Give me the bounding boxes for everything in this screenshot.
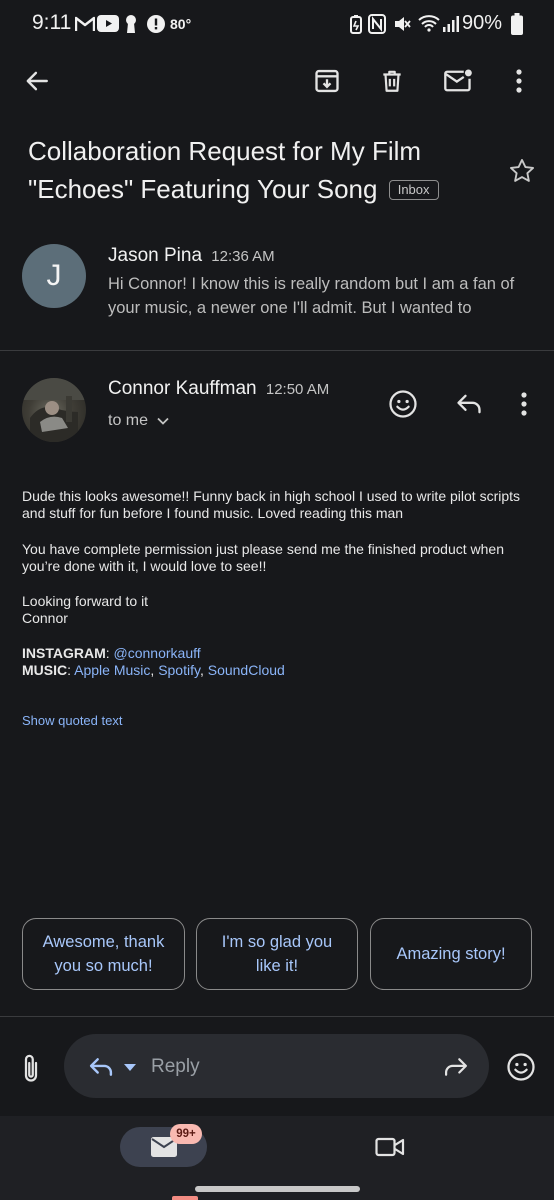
star-button[interactable] xyxy=(504,153,540,189)
star-icon xyxy=(509,158,535,182)
email-subject: Collaboration Request for My Film "Echoe… xyxy=(28,132,488,208)
battery-saver-icon xyxy=(350,14,362,34)
youtube-icon xyxy=(97,15,119,32)
more-vert-icon xyxy=(521,392,527,416)
caret-down-icon xyxy=(124,1064,136,1071)
chip-text: Awesome, thank xyxy=(42,933,165,951)
chip-text: you so much! xyxy=(54,957,153,975)
gesture-home-handle[interactable] xyxy=(195,1186,360,1192)
message-time: 12:36 AM xyxy=(211,248,275,265)
reply-icon xyxy=(89,1058,113,1076)
avatar-initial: J xyxy=(46,259,62,292)
more-vert-icon xyxy=(516,69,522,93)
back-button[interactable] xyxy=(16,60,58,102)
instagram-label: INSTAGRAM xyxy=(22,645,106,661)
reply-type-dropdown[interactable] xyxy=(80,1050,144,1084)
sender-line: Jason Pina 12:36 AM xyxy=(108,245,275,267)
archive-icon xyxy=(315,69,339,93)
message-time: 12:50 AM xyxy=(265,381,330,398)
signal-icon xyxy=(442,14,460,32)
chip-text: like it! xyxy=(255,957,299,975)
sender-name: Jason Pina xyxy=(108,245,203,266)
recipient-label: to me xyxy=(108,412,149,429)
instagram-line: INSTAGRAM: @connorkauff xyxy=(22,645,201,661)
message-more-button[interactable] xyxy=(506,383,542,425)
emoji-button[interactable] xyxy=(501,1046,541,1088)
smart-reply-chip[interactable]: I'm so glad you like it! xyxy=(196,918,358,990)
signoff-line: Looking forward to it xyxy=(22,593,149,609)
unread-count-badge: 99+ xyxy=(170,1124,202,1144)
status-temperature: 80° xyxy=(170,16,192,32)
message-paragraph: You have complete permission just please… xyxy=(22,541,504,574)
show-quoted-text-link[interactable]: Show quoted text xyxy=(22,713,122,728)
nav-meet-tab[interactable] xyxy=(368,1127,412,1167)
message-divider xyxy=(0,350,554,351)
notification-peek xyxy=(172,1196,198,1200)
instagram-link[interactable]: @connorkauff xyxy=(114,645,201,661)
smart-reply-chip[interactable]: Amazing story! xyxy=(370,918,532,990)
mark-unread-icon xyxy=(444,69,472,92)
attach-button[interactable] xyxy=(12,1048,50,1088)
status-time: 9:11 xyxy=(32,11,72,34)
smart-reply-chip[interactable]: Awesome, thank you so much! xyxy=(22,918,185,990)
sender-line: Connor Kauffman 12:50 AM xyxy=(108,378,329,400)
reply-button[interactable] xyxy=(448,383,490,425)
forward-icon xyxy=(445,1058,468,1076)
reply-input[interactable]: Reply xyxy=(151,1056,200,1078)
status-battery: 90% xyxy=(462,12,503,34)
emoji-icon xyxy=(389,390,417,418)
chip-text: Amazing story! xyxy=(396,945,506,963)
message-snippet: Hi Connor! I know this is really random … xyxy=(108,275,515,317)
inbox-label-chip[interactable]: Inbox xyxy=(388,180,439,200)
message-signoff: Looking forward to it Connor xyxy=(22,593,537,627)
spotify-link[interactable]: Spotify xyxy=(158,662,200,678)
alert-icon xyxy=(147,15,165,33)
recipient-details-toggle[interactable]: to me xyxy=(108,412,170,430)
message-paragraph: Dude this looks awesome!! Funny back in … xyxy=(22,488,521,521)
signature-name: Connor xyxy=(22,610,68,626)
keyhole-icon xyxy=(125,14,137,34)
avatar-photo[interactable] xyxy=(22,378,86,442)
chevron-down-icon xyxy=(157,417,169,425)
wifi-icon xyxy=(418,14,440,32)
back-arrow-icon xyxy=(26,71,48,91)
reply-divider xyxy=(0,1016,554,1017)
apple-music-link[interactable]: Apple Music xyxy=(74,662,150,678)
sender-name: Connor Kauffman xyxy=(108,378,257,399)
soundcloud-link[interactable]: SoundCloud xyxy=(208,662,285,678)
add-reaction-button[interactable] xyxy=(382,383,424,425)
nfc-icon xyxy=(368,14,386,34)
battery-icon xyxy=(511,13,523,35)
reply-icon xyxy=(457,394,481,414)
emoji-icon xyxy=(507,1053,535,1081)
delete-button[interactable] xyxy=(371,60,413,102)
chip-text: I'm so glad you xyxy=(221,933,333,951)
delete-icon xyxy=(383,70,401,92)
mute-icon xyxy=(393,15,411,33)
archive-button[interactable] xyxy=(306,60,348,102)
subject-text: Collaboration Request for My Film "Echoe… xyxy=(28,136,422,204)
forward-button[interactable] xyxy=(436,1050,476,1084)
video-camera-icon xyxy=(375,1137,405,1157)
mark-unread-button[interactable] xyxy=(436,60,480,102)
music-label: MUSIC xyxy=(22,662,68,678)
paperclip-icon xyxy=(24,1054,38,1082)
avatar[interactable]: J xyxy=(22,244,86,308)
music-line: MUSIC: Apple Music, Spotify, SoundCloud xyxy=(22,662,285,678)
more-options-button[interactable] xyxy=(499,60,539,102)
gmail-icon xyxy=(75,16,95,32)
